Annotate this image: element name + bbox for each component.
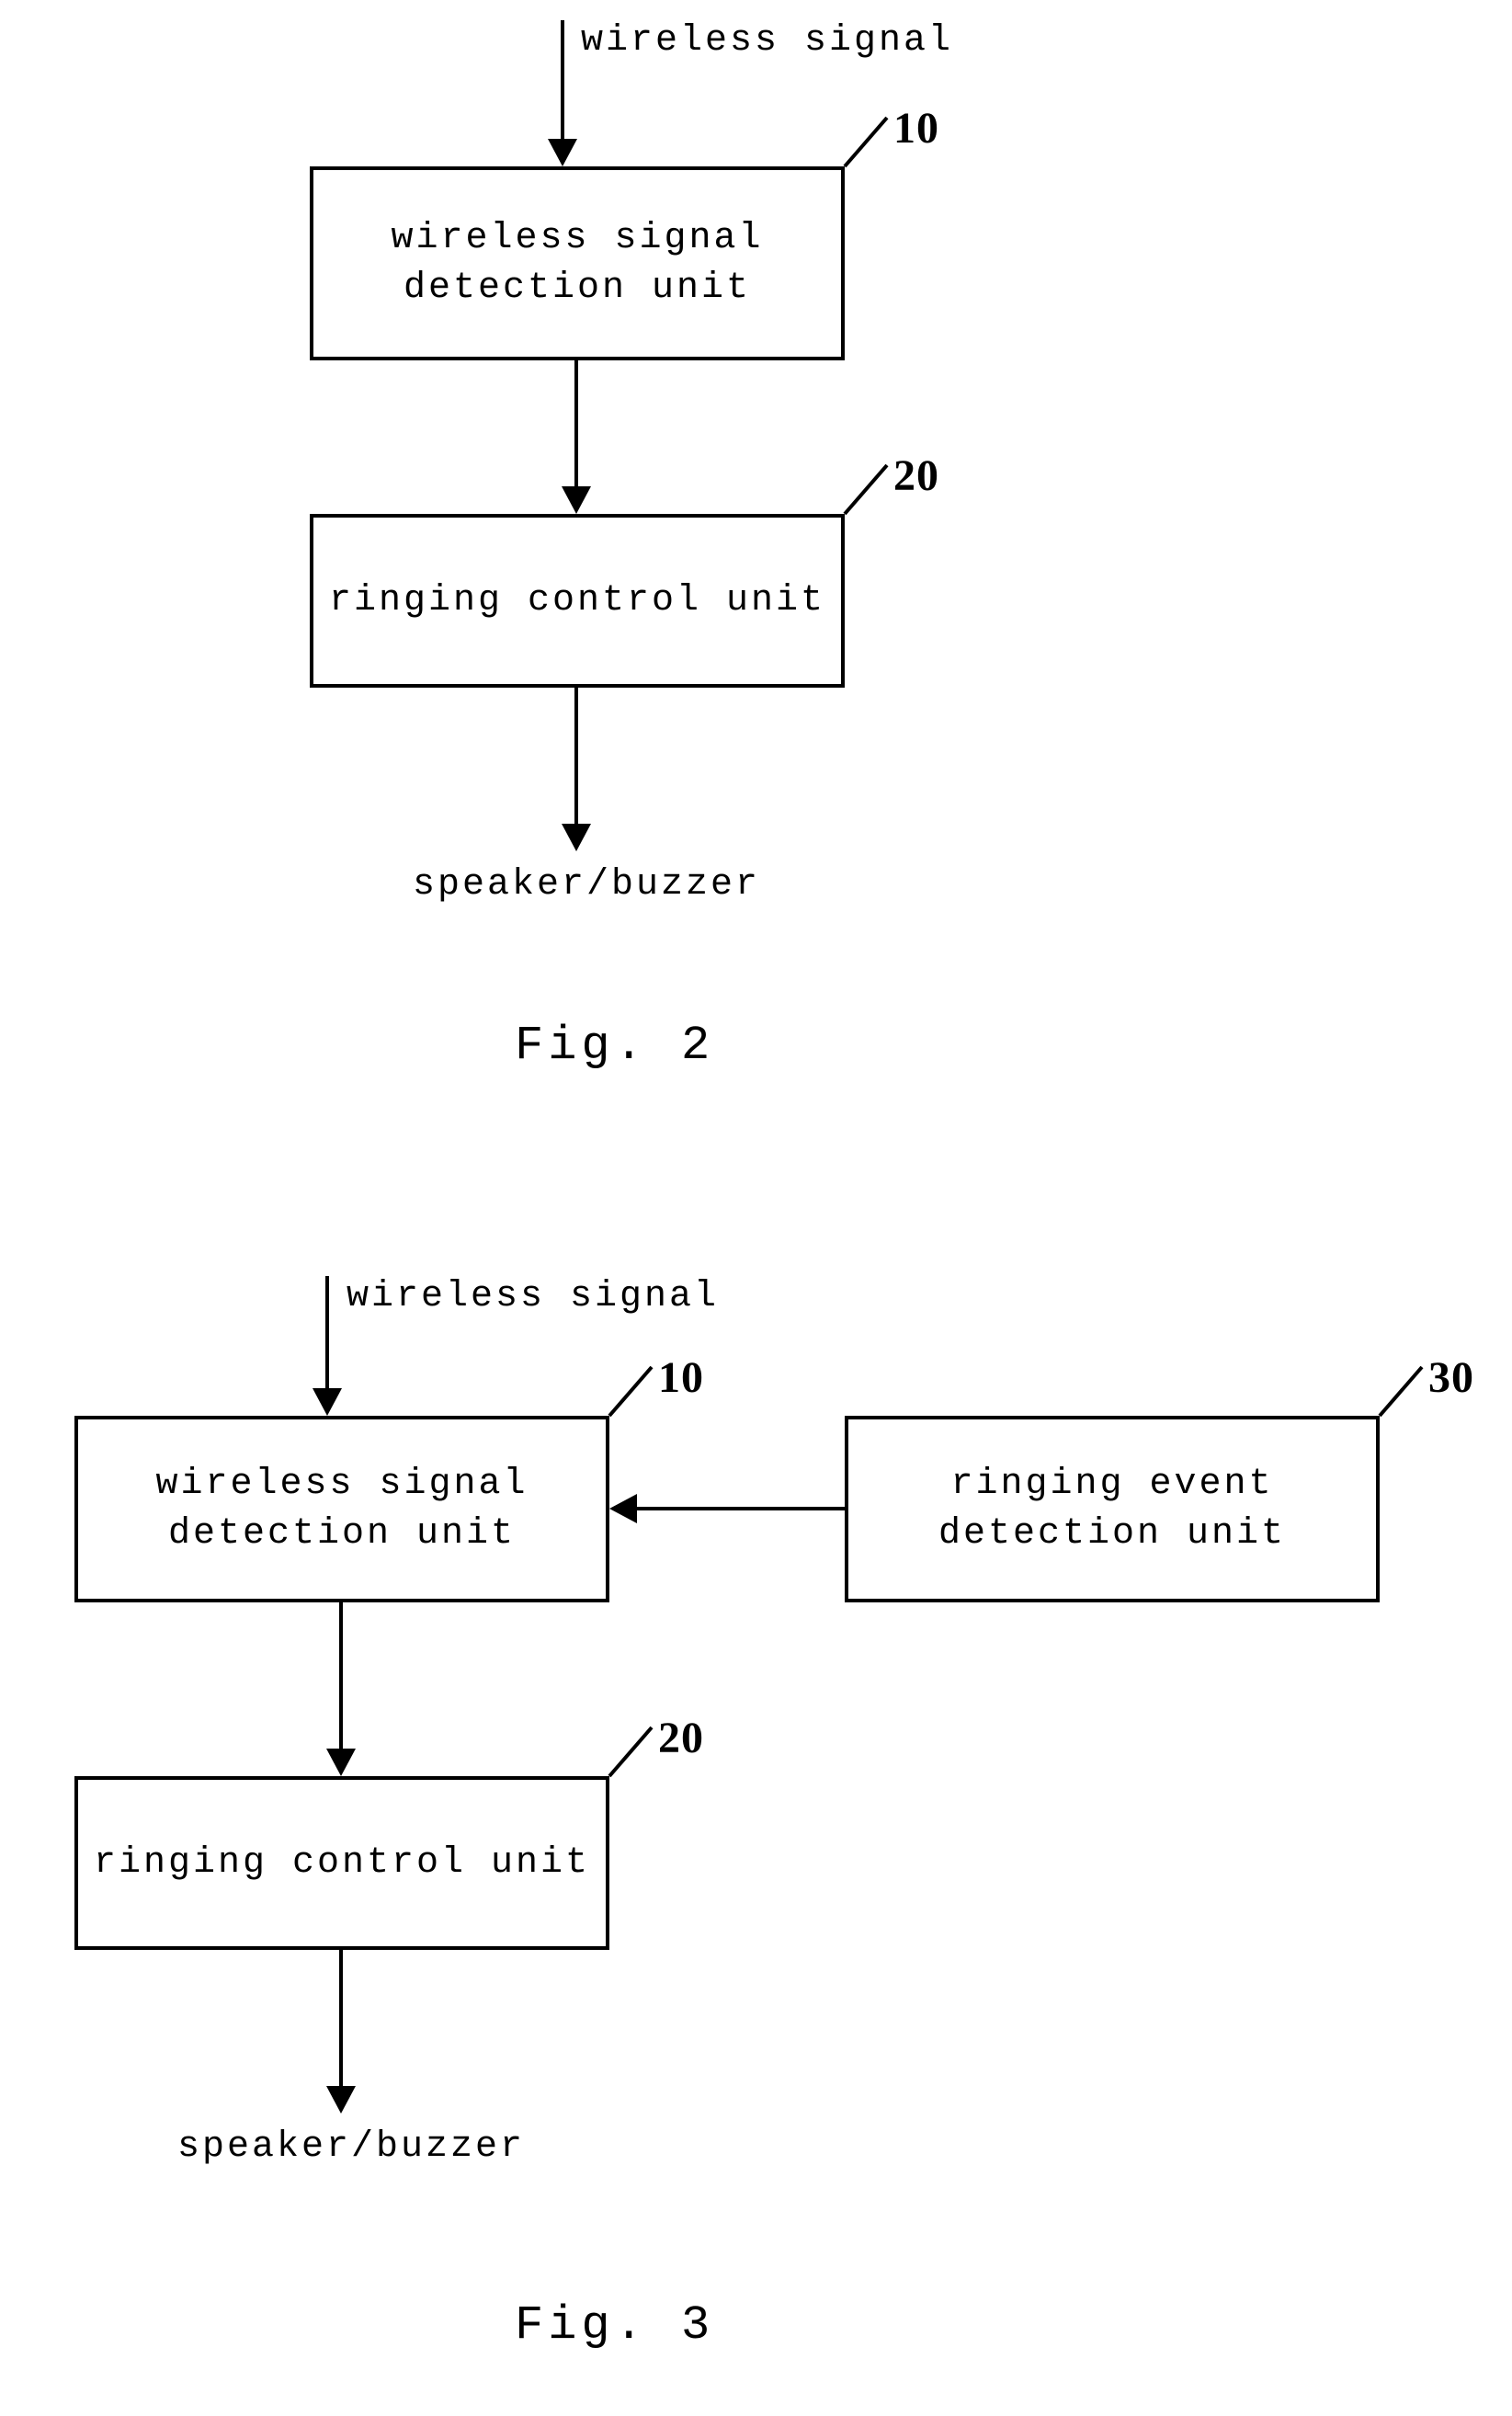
fig2-box10-text: wireless signaldetection unit bbox=[391, 214, 763, 313]
fig3-input-label: wireless signal bbox=[347, 1276, 719, 1317]
fig3-output-label: speaker/buzzer bbox=[177, 2126, 525, 2168]
fig3-ringing-control-unit-box: ringing control unit bbox=[74, 1776, 609, 1950]
connectors-overlay bbox=[0, 0, 1512, 2416]
fig3-box30-ref: 30 bbox=[1428, 1352, 1474, 1403]
fig2-box10-ref: 10 bbox=[893, 103, 939, 154]
fig2-output-label: speaker/buzzer bbox=[413, 864, 760, 906]
fig3-caption: Fig. 3 bbox=[515, 2298, 714, 2353]
fig3-box30-text: ringing eventdetection unit bbox=[938, 1460, 1286, 1559]
page: wireless signal wireless signaldetection… bbox=[0, 0, 1512, 2416]
fig2-wireless-signal-detection-unit-box: wireless signaldetection unit bbox=[310, 166, 845, 360]
fig3-box20-ref: 20 bbox=[658, 1713, 704, 1763]
fig2-input-label: wireless signal bbox=[581, 20, 953, 62]
fig3-box10-ref: 10 bbox=[658, 1352, 704, 1403]
fig2-ringing-control-unit-box: ringing control unit bbox=[310, 514, 845, 688]
fig3-box20-text: ringing control unit bbox=[94, 1839, 590, 1888]
fig3-box10-text: wireless signaldetection unit bbox=[155, 1460, 528, 1559]
fig3-ringing-event-detection-unit-box: ringing eventdetection unit bbox=[845, 1416, 1380, 1602]
fig3-wireless-signal-detection-unit-box: wireless signaldetection unit bbox=[74, 1416, 609, 1602]
fig2-box20-text: ringing control unit bbox=[329, 576, 825, 626]
fig2-box20-ref: 20 bbox=[893, 450, 939, 501]
fig2-caption: Fig. 2 bbox=[515, 1019, 714, 1073]
